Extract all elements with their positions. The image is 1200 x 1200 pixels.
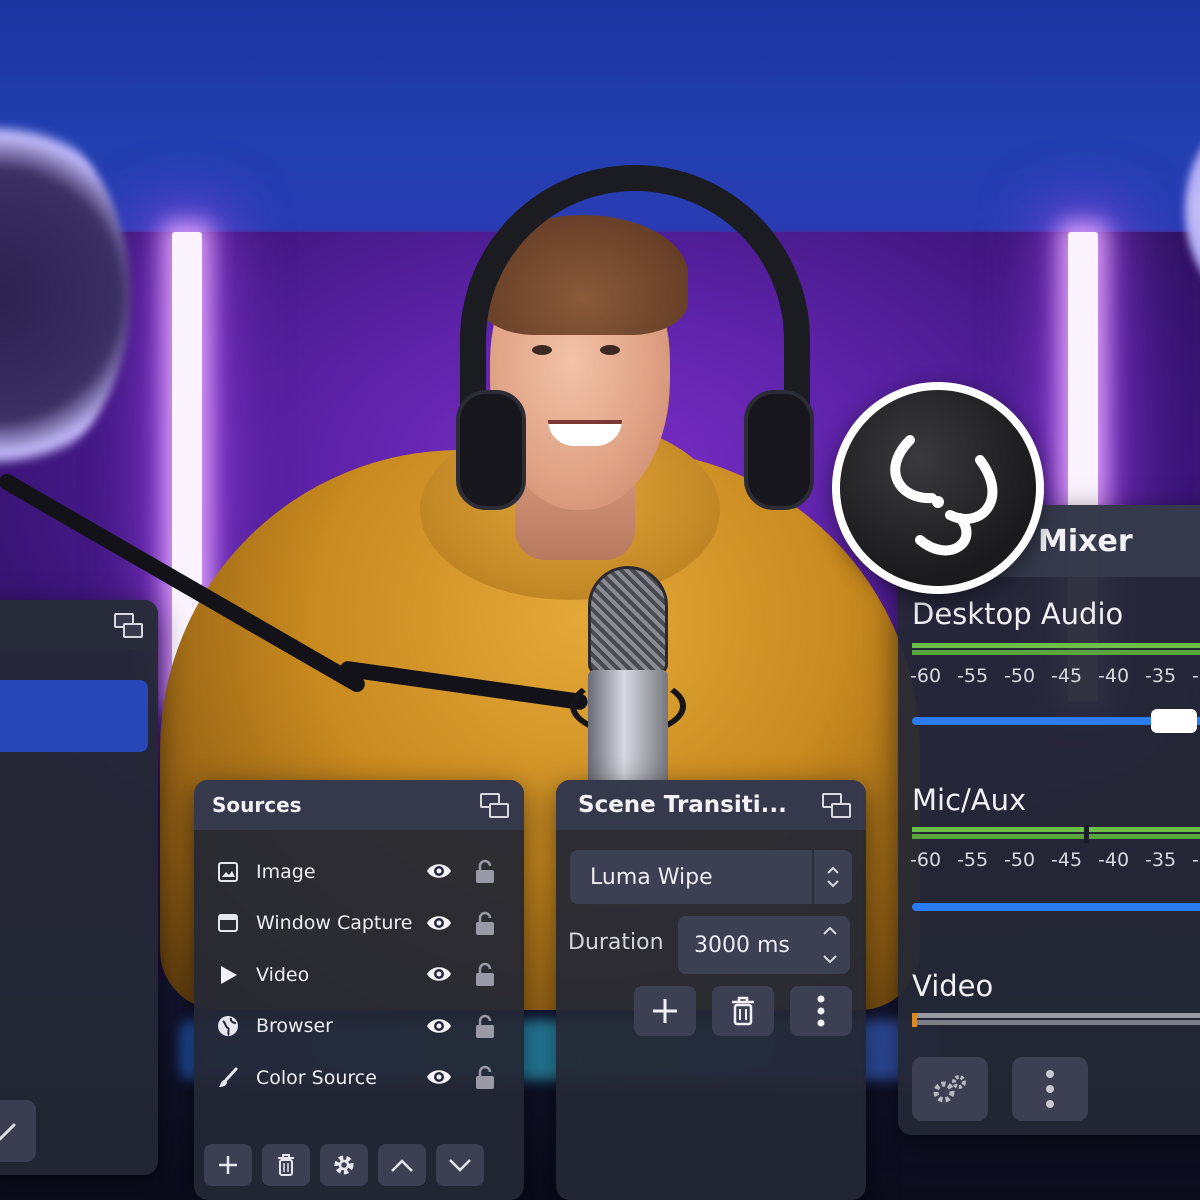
volume-meter-desktop-audio	[912, 643, 1200, 657]
source-label: Image	[256, 860, 316, 883]
globe-icon	[216, 1014, 240, 1038]
sources-panel: Sources Image Window Capture Video Brows…	[194, 780, 524, 1200]
spin-arrows-icon[interactable]	[820, 922, 840, 968]
sources-title: Sources	[212, 793, 302, 817]
meter-ticks: -60-55-50-45-40-35-3	[910, 849, 1200, 871]
audio-mixer-panel: Mixer Desktop Audio -60-55-50-45-40-35-3…	[898, 505, 1200, 1135]
source-properties-button[interactable]	[320, 1144, 368, 1186]
undock-icon[interactable]	[480, 793, 510, 819]
volume-slider-desktop-audio[interactable]	[912, 709, 1200, 733]
visibility-eye-icon[interactable]	[426, 912, 452, 934]
source-label: Browser	[256, 1015, 333, 1038]
visibility-eye-icon[interactable]	[426, 1015, 452, 1037]
scene-item-selected[interactable]	[0, 680, 148, 752]
headphone-earcup-left	[456, 390, 526, 510]
undock-icon[interactable]	[822, 793, 852, 819]
trash-icon	[732, 996, 754, 1026]
volume-slider-knob[interactable]	[1151, 709, 1197, 733]
lock-icon[interactable]	[474, 1013, 496, 1039]
window-icon	[216, 911, 240, 935]
trash-icon	[278, 1154, 294, 1176]
mixer-menu-button[interactable]	[1012, 1057, 1088, 1121]
duration-label: Duration	[568, 930, 664, 955]
channel-name-desktop-audio: Desktop Audio	[912, 597, 1124, 631]
visibility-eye-icon[interactable]	[426, 860, 452, 882]
scene-transitions-panel: Scene Transiti... Luma Wipe Duration 300…	[556, 780, 866, 1200]
chevron-down-icon	[449, 1159, 471, 1172]
scenes-panel	[0, 600, 158, 1175]
source-label: Color Source	[256, 1066, 377, 1089]
gears-icon	[933, 1075, 966, 1103]
transition-select[interactable]: Luma Wipe	[570, 850, 852, 904]
source-label: Window Capture	[256, 912, 413, 935]
volume-meter-mic-aux	[912, 825, 1200, 843]
transitions-title: Scene Transiti...	[578, 792, 787, 818]
gear-icon	[334, 1155, 354, 1175]
remove-source-button[interactable]	[262, 1144, 310, 1186]
lock-icon[interactable]	[474, 910, 496, 936]
mixer-settings-button[interactable]	[912, 1057, 988, 1121]
source-item-browser[interactable]: Browser	[194, 1001, 524, 1053]
sources-panel-header: Sources	[194, 780, 524, 830]
obs-logo-icon	[832, 382, 1044, 594]
kebab-menu-icon	[1046, 1070, 1054, 1108]
volume-slider-mic-aux[interactable]	[912, 903, 1200, 911]
move-source-down-button[interactable]	[436, 1144, 484, 1186]
play-icon	[216, 963, 240, 987]
undock-icon[interactable]	[114, 613, 144, 639]
move-source-up-button[interactable]	[378, 1144, 426, 1186]
pencil-icon	[0, 1123, 16, 1141]
sources-list: Image Window Capture Video Browser Color…	[194, 830, 524, 1104]
headphone-earcup-right	[744, 390, 814, 510]
add-transition-button[interactable]	[634, 986, 696, 1036]
lock-icon[interactable]	[474, 858, 496, 884]
plus-icon	[219, 1156, 237, 1174]
source-item-video[interactable]: Video	[194, 949, 524, 1001]
channel-name-video: Video	[912, 969, 994, 1003]
source-item-color-source[interactable]: Color Source	[194, 1052, 524, 1104]
scenes-panel-header	[0, 600, 158, 650]
remove-transition-button[interactable]	[712, 986, 774, 1036]
scene-edit-button[interactable]	[0, 1100, 36, 1162]
duration-value: 3000 ms	[694, 932, 790, 958]
transitions-toolbar	[634, 986, 852, 1036]
channel-name-mic-aux: Mic/Aux	[912, 783, 1027, 817]
transition-menu-button[interactable]	[790, 986, 852, 1036]
meter-ticks: -60-55-50-45-40-35-3	[910, 665, 1200, 687]
sources-toolbar	[194, 1130, 524, 1200]
transitions-panel-header: Scene Transiti...	[556, 780, 866, 830]
mixer-toolbar	[912, 1057, 1088, 1121]
kebab-menu-icon	[817, 995, 825, 1027]
visibility-eye-icon[interactable]	[426, 1066, 452, 1088]
transition-select-value: Luma Wipe	[590, 864, 713, 890]
visibility-eye-icon[interactable]	[426, 963, 452, 985]
lock-icon[interactable]	[474, 961, 496, 987]
volume-meter-video	[912, 1013, 1200, 1027]
source-item-window-capture[interactable]: Window Capture	[194, 898, 524, 950]
image-icon	[216, 860, 240, 884]
duration-input[interactable]: 3000 ms	[678, 916, 850, 974]
microphone-grille	[588, 566, 668, 676]
source-item-image[interactable]: Image	[194, 846, 524, 898]
plus-icon	[653, 999, 677, 1023]
chevron-up-icon	[391, 1159, 413, 1172]
add-source-button[interactable]	[204, 1144, 252, 1186]
mixer-title: Mixer	[1038, 523, 1133, 559]
brush-icon	[216, 1066, 240, 1090]
select-arrows-icon	[812, 850, 852, 904]
lock-icon[interactable]	[474, 1064, 496, 1090]
source-label: Video	[256, 963, 310, 986]
